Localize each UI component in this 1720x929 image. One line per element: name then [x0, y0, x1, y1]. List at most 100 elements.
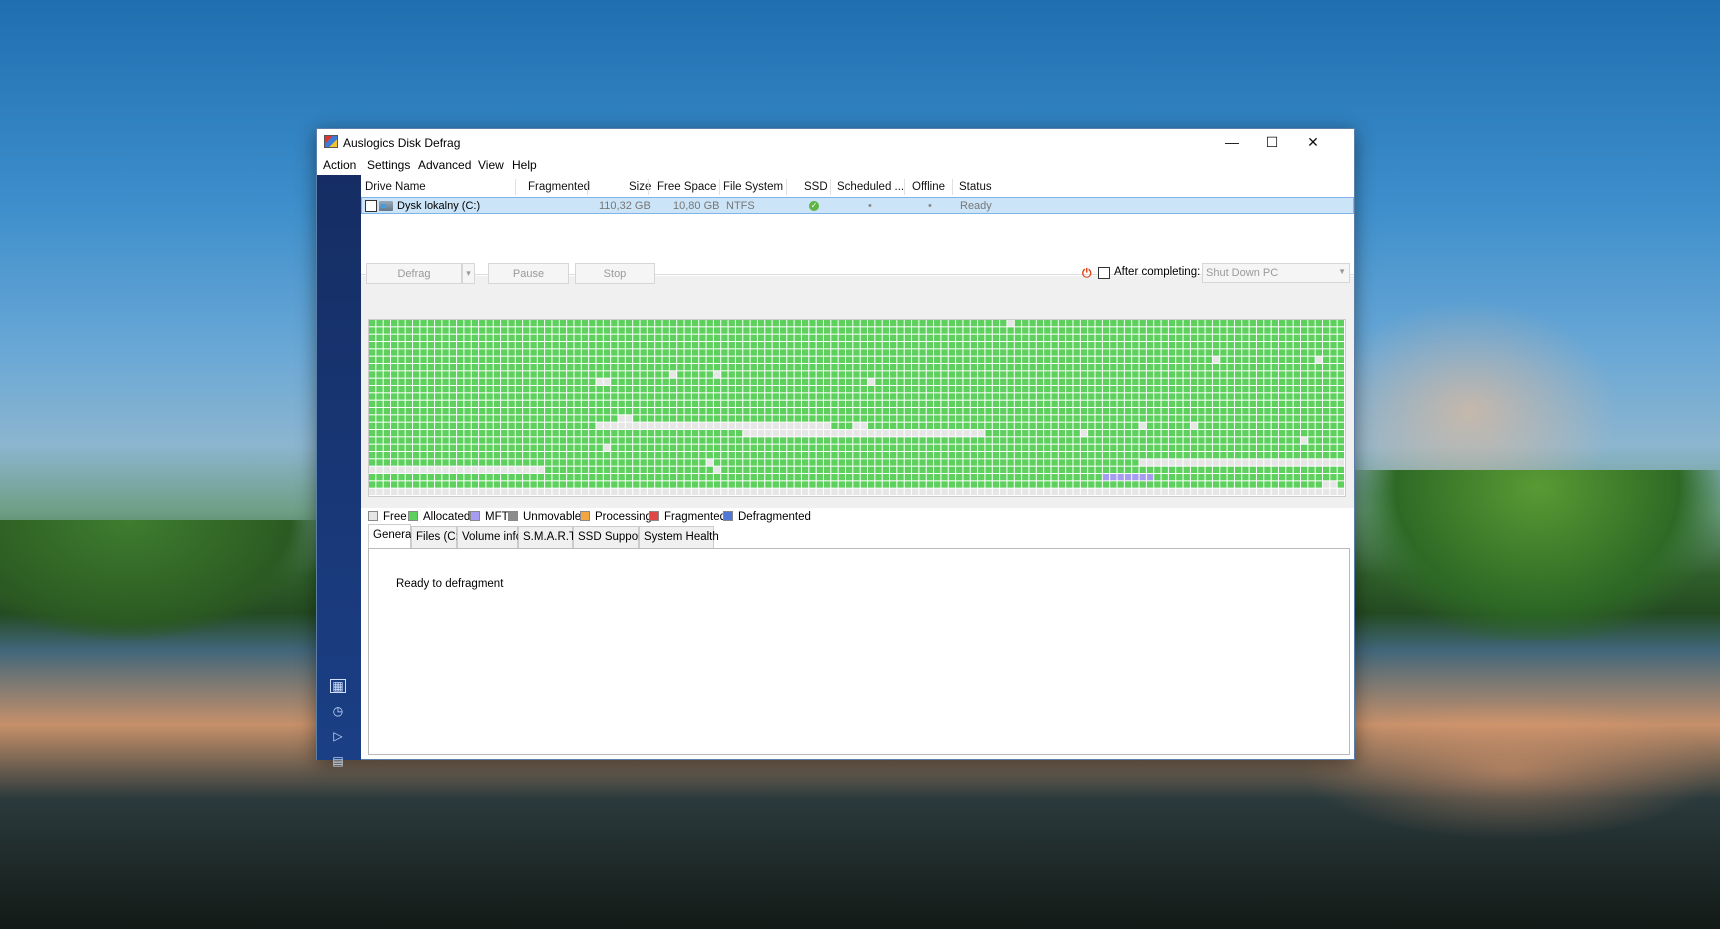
cluster-cell: [581, 481, 589, 488]
cluster-cell: [1322, 437, 1330, 444]
drive-size: 110,32 GB: [599, 200, 651, 212]
defrag-dropdown-button[interactable]: ▾: [462, 263, 475, 284]
cluster-cell: [442, 437, 449, 444]
cluster-cell: [1330, 320, 1337, 327]
tab-ssd-support[interactable]: SSD Support: [573, 526, 645, 548]
title-bar[interactable]: Auslogics Disk Defrag — ☐ ✕: [317, 129, 1354, 155]
cluster-cell: [1264, 422, 1271, 429]
cluster-cell: [603, 415, 611, 422]
cluster-cell: [1212, 488, 1220, 495]
drive-row[interactable]: Dysk lokalny (C:) 110,32 GB 10,80 GB NTF…: [361, 197, 1354, 214]
cluster-cell: [1212, 452, 1220, 459]
cluster-cell: [1322, 422, 1330, 429]
cluster-cell: [1088, 437, 1095, 444]
cluster-cell: [574, 371, 581, 378]
cluster-cell: [941, 488, 948, 495]
cluster-cell: [1139, 364, 1146, 371]
cluster-cell: [743, 444, 750, 451]
cluster-cell: [728, 422, 735, 429]
cluster-cell: [816, 364, 823, 371]
menu-action[interactable]: Action: [323, 158, 356, 172]
menu-view[interactable]: View: [478, 158, 504, 172]
cluster-cell: [1007, 437, 1014, 444]
tab-general[interactable]: General: [368, 524, 414, 548]
cluster-cell: [633, 452, 640, 459]
column-scheduled[interactable]: Scheduled ...: [837, 181, 904, 193]
cluster-cell: [845, 349, 853, 356]
menu-settings[interactable]: Settings: [367, 158, 410, 172]
cluster-cell: [838, 393, 845, 400]
console-icon[interactable]: ▷: [330, 729, 346, 743]
cluster-cell: [1161, 437, 1168, 444]
menu-help[interactable]: Help: [512, 158, 537, 172]
cluster-cell: [1227, 452, 1234, 459]
cluster-cell: [581, 452, 589, 459]
cluster-cell: [1286, 378, 1293, 385]
map-icon[interactable]: ▦: [330, 679, 346, 693]
cluster-cell: [1286, 342, 1293, 349]
minimize-button[interactable]: —: [1212, 129, 1252, 155]
cluster-cell: [471, 349, 479, 356]
after-completing-select[interactable]: Shut Down PC ▼: [1202, 263, 1350, 283]
column-drive-name[interactable]: Drive Name: [365, 181, 426, 193]
tab-files[interactable]: Files (C:): [411, 526, 463, 548]
cluster-cell: [508, 481, 515, 488]
cluster-cell: [1212, 437, 1220, 444]
column-fragmented[interactable]: Fragmented: [528, 181, 590, 193]
cluster-cell: [1007, 386, 1014, 393]
cluster-cell: [1014, 488, 1022, 495]
cluster-cell: [471, 488, 479, 495]
drive-checkbox[interactable]: [365, 200, 377, 212]
cluster-cell: [794, 393, 801, 400]
tab-system-health[interactable]: System Health: [639, 526, 719, 548]
maximize-button[interactable]: ☐: [1252, 129, 1292, 155]
cluster-cell: [1154, 444, 1161, 451]
cluster-cell: [1190, 481, 1198, 488]
cluster-cell: [369, 466, 376, 473]
cluster-cell: [508, 400, 515, 407]
cluster-cell: [772, 422, 779, 429]
cluster-cell: [919, 327, 926, 334]
cluster-cell: [662, 481, 669, 488]
column-file-system[interactable]: File System: [723, 181, 783, 193]
cluster-cell: [1110, 327, 1117, 334]
cluster-cell: [684, 444, 691, 451]
cluster-cell: [787, 356, 794, 363]
pause-button[interactable]: Pause: [488, 263, 569, 284]
cluster-cell: [1000, 422, 1007, 429]
cluster-cell: [882, 408, 890, 415]
cluster-cell: [721, 386, 728, 393]
cluster-cell: [1190, 444, 1198, 451]
chevron-down-icon: ▼: [1338, 267, 1346, 276]
tab-volume-info[interactable]: Volume info: [457, 526, 522, 548]
cluster-cell: [941, 320, 948, 327]
column-offline[interactable]: Offline: [912, 181, 945, 193]
stop-button[interactable]: Stop: [575, 263, 655, 284]
report-icon[interactable]: ▤: [330, 754, 346, 768]
column-status[interactable]: Status: [959, 181, 992, 193]
cluster-cell: [978, 342, 985, 349]
clock-icon[interactable]: ◷: [330, 704, 346, 718]
column-free-space[interactable]: Free Space: [657, 181, 716, 193]
cluster-cell: [383, 349, 391, 356]
tab-smart[interactable]: S.M.A.R.T.: [518, 526, 578, 548]
cluster-cell: [1110, 422, 1117, 429]
column-ssd[interactable]: SSD: [804, 181, 828, 193]
cluster-cell: [515, 481, 523, 488]
cluster-cell: [559, 415, 567, 422]
after-completing-checkbox[interactable]: [1098, 267, 1110, 279]
cluster-cell: [1029, 349, 1036, 356]
cluster-cell: [772, 371, 779, 378]
menu-advanced[interactable]: Advanced: [418, 158, 471, 172]
cluster-cell: [853, 488, 860, 495]
defrag-button[interactable]: Defrag: [366, 263, 462, 284]
cluster-cell: [662, 452, 669, 459]
cluster-cell: [611, 474, 618, 481]
cluster-cell: [530, 349, 537, 356]
close-button[interactable]: ✕: [1293, 129, 1333, 155]
cluster-cell: [1146, 415, 1154, 422]
cluster-cell: [640, 422, 647, 429]
cluster-cell: [809, 327, 816, 334]
cluster-map[interactable]: [368, 319, 1346, 497]
cluster-cell: [684, 415, 691, 422]
